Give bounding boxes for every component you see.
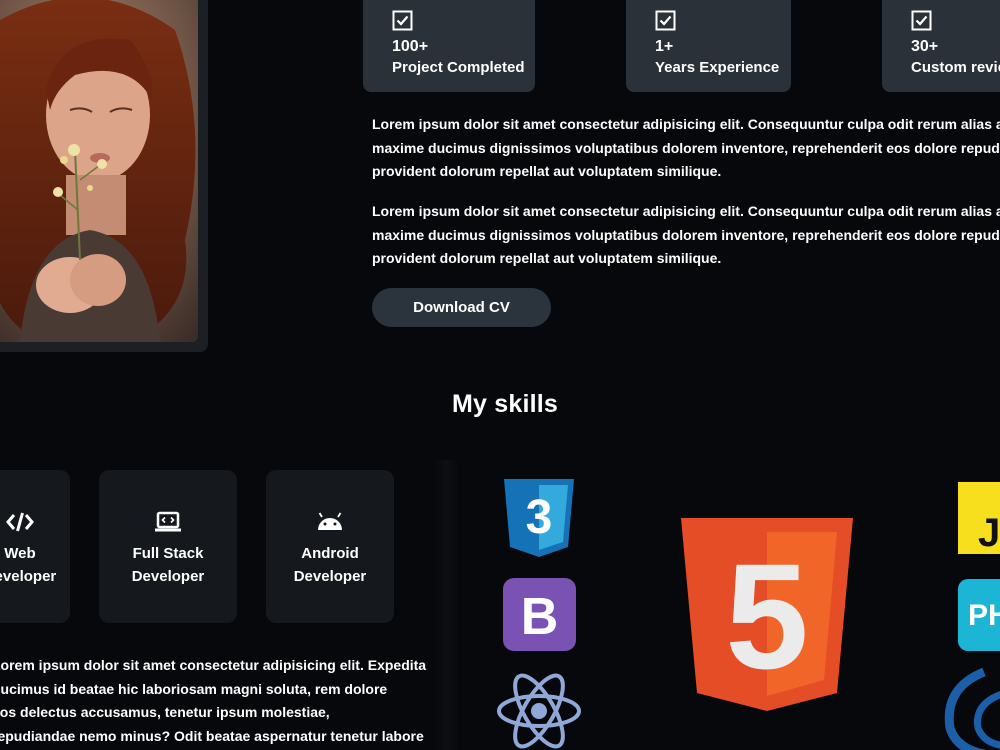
checkbox-icon [392,10,413,31]
stat-card-experience: 1+ Years Experience [626,0,791,92]
skills-paragraph: Lorem ipsum dolor sit amet consectetur a… [0,654,427,748]
javascript-logo-icon: JS [958,482,1000,554]
bootstrap-logo-icon: B [503,578,576,651]
text-line: Lorem ipsum dolor sit amet consectetur a… [372,203,1000,219]
skill-label: Web [4,545,36,562]
laptop-code-icon [155,511,181,532]
stat-label: Project Completed [392,59,525,76]
about-paragraph: Lorem ipsum dolor sit amet consectetur a… [372,200,1000,271]
android-icon [318,512,342,530]
text-line: Lorem ipsum dolor sit amet consectetur a… [372,116,1000,132]
svg-text:JS: JS [978,511,1000,554]
text-line: ducimus id beatae hic laboriosam magni s… [0,680,388,697]
skill-card-fullstack: Full Stack Developer [99,470,237,623]
portfolio-page: 100+ Project Completed 1+ Years Experien… [0,0,1000,750]
stat-card-projects: 100+ Project Completed [363,0,535,92]
html5-logo-icon: 5 [681,518,853,711]
skill-label: Developer [131,568,205,585]
section-divider [434,460,460,750]
stat-value: 100+ [392,38,429,55]
skill-label: Android [301,545,359,562]
stat-label: Years Experience [655,59,780,76]
skill-label: Full Stack [132,545,204,562]
profile-photo [0,0,198,342]
text-line: provident dolorum repellat aut voluptate… [372,250,722,266]
stat-card-reviews: 30+ Custom reviews [882,0,1000,92]
svg-text:B: B [521,588,559,646]
skill-label: Developer [293,568,367,585]
svg-text:3: 3 [526,491,553,544]
stat-value: 1+ [655,38,674,55]
code-icon [6,512,34,532]
skill-card-android: Android Developer [266,470,394,623]
stat-value: 30+ [911,38,939,55]
jquery-logo-icon [944,668,1000,750]
text-line: eos delectus accusamus, tenetur ipsum mo… [0,704,330,720]
about-paragraph: Lorem ipsum dolor sit amet consectetur a… [372,113,1000,184]
text-line: maxime ducimus dignissimos voluptatibus … [372,139,1000,156]
text-line: maxime ducimus dignissimos voluptatibus … [372,226,1000,243]
text-line: repudiandae nemo minus? Odit beatae aspe… [0,727,424,744]
svg-text:5: 5 [725,532,808,700]
checkbox-icon [911,10,932,31]
react-logo-icon [496,668,582,750]
skills-heading: My skills [451,390,559,418]
svg-text:PHP: PHP [968,599,1000,632]
skill-card-web: Web Developer [0,470,70,623]
css3-logo-icon: 3 [504,479,574,557]
text-line: provident dolorum repellat aut voluptate… [372,163,722,179]
php-logo-icon: PHP [958,579,1000,651]
checkbox-icon [655,10,676,31]
skill-label: Developer [0,568,57,585]
download-cv-button[interactable]: Download CV [372,288,551,327]
text-line: Lorem ipsum dolor sit amet consectetur a… [0,657,427,673]
stat-label: Custom reviews [911,59,1000,76]
